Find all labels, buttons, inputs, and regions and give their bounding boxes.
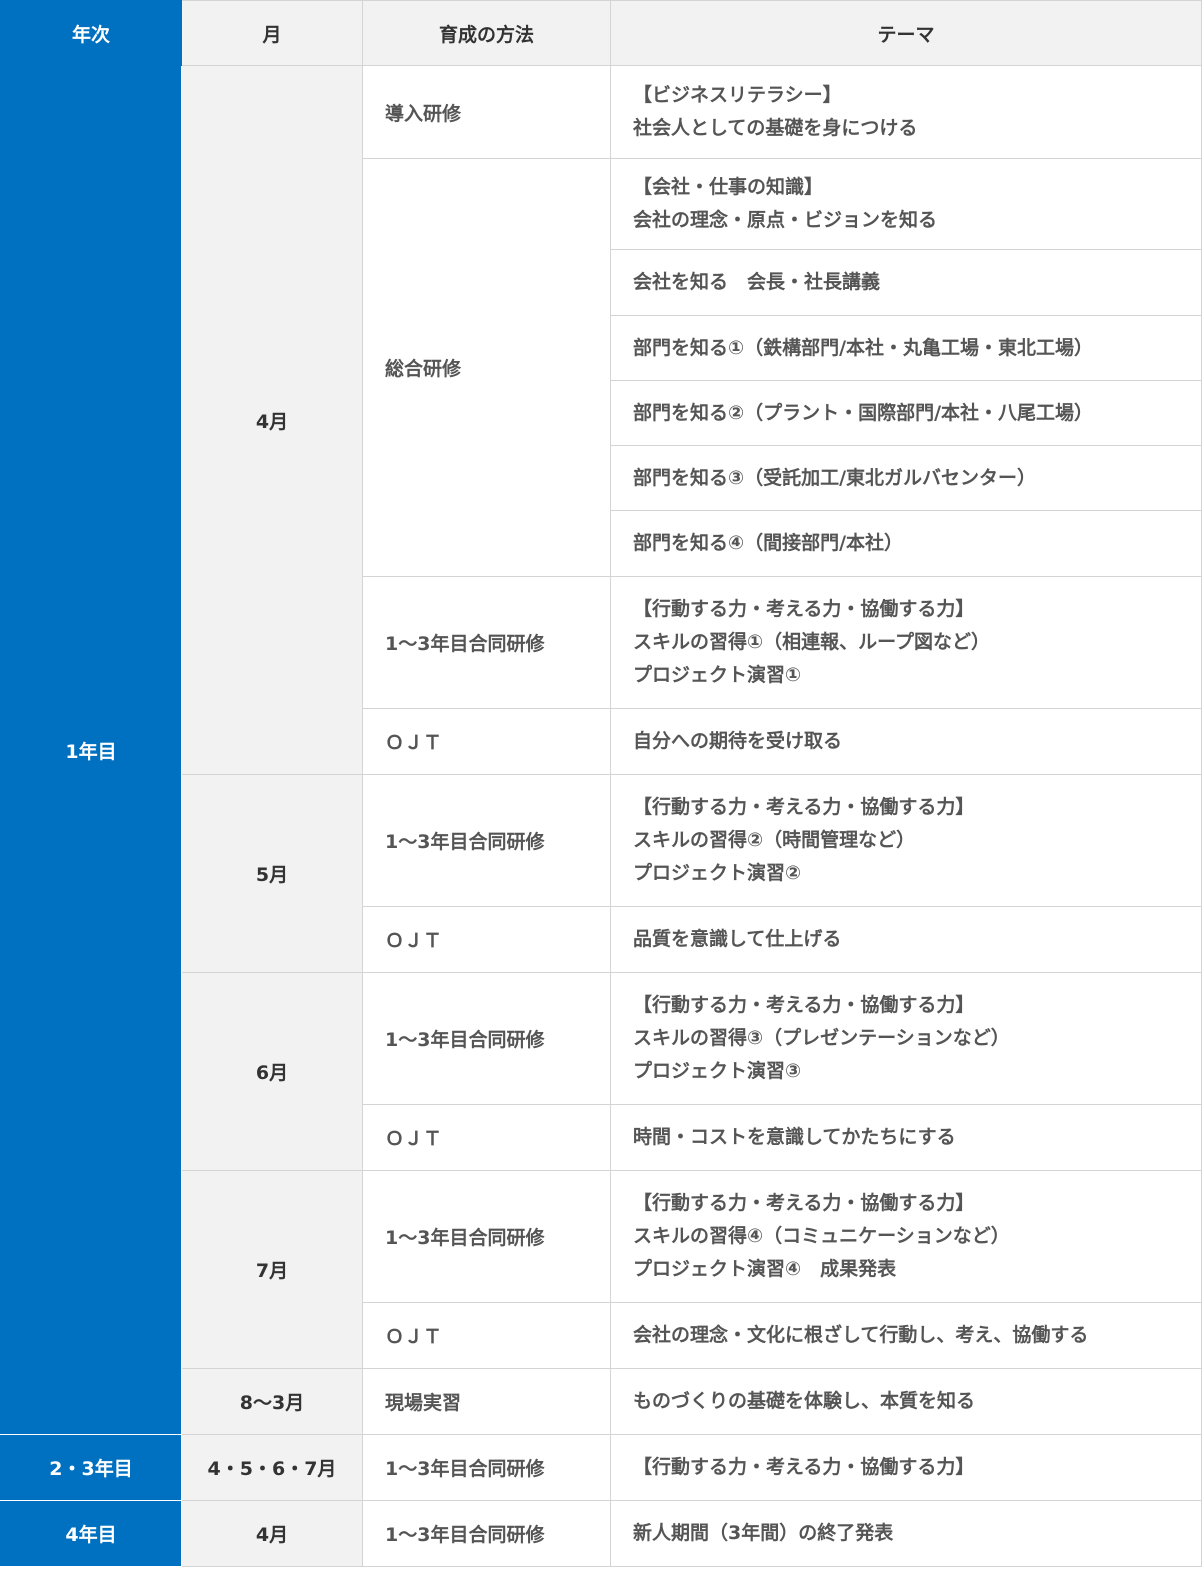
theme-line: プロジェクト演習④ 成果発表 bbox=[633, 1258, 897, 1280]
theme-cell: 【会社・仕事の知識】 会社の理念・原点・ビジョンを知る bbox=[610, 158, 1202, 250]
method-cell: ＯＪＴ bbox=[362, 1302, 611, 1369]
theme-line: プロジェクト演習① bbox=[633, 664, 802, 686]
method-cell: ＯＪＴ bbox=[362, 708, 611, 775]
theme-line: ものづくりの基礎を体験し、本質を知る bbox=[633, 1390, 976, 1412]
theme-cell: 【行動する力・考える力・協働する力】 スキルの習得②（時間管理など） プロジェク… bbox=[610, 774, 1202, 907]
year-cell: 4年目 bbox=[0, 1500, 182, 1567]
table-row: 8～3月 現場実習 ものづくりの基礎を体験し、本質を知る bbox=[1, 1368, 1202, 1435]
theme-line: スキルの習得①（相連報、ループ図など） bbox=[633, 631, 990, 653]
month-cell: 4月 bbox=[181, 1500, 363, 1567]
header-year: 年次 bbox=[0, 0, 182, 66]
table-row: 2・3年目 4・5・6・7月 1～3年目合同研修 【行動する力・考える力・協働す… bbox=[0, 1434, 1202, 1501]
theme-line: 自分への期待を受け取る bbox=[633, 730, 843, 752]
theme-cell: ものづくりの基礎を体験し、本質を知る bbox=[610, 1368, 1202, 1435]
theme-cell: 【行動する力・考える力・協働する力】 スキルの習得④（コミュニケーションなど） … bbox=[610, 1170, 1202, 1303]
theme-cell: 自分への期待を受け取る bbox=[610, 708, 1202, 775]
theme-line: 部門を知る②（プラント・国際部門/本社・八尾工場） bbox=[633, 401, 1094, 424]
theme-line: 【行動する力・考える力・協働する力】 bbox=[633, 994, 975, 1016]
method-cell: 現場実習 bbox=[362, 1368, 611, 1435]
theme-cell: 部門を知る①（鉄構部門/本社・丸亀工場・東北工場） bbox=[610, 315, 1202, 381]
method-cell: ＯＪＴ bbox=[362, 1104, 611, 1171]
month-cell: 5月 bbox=[181, 774, 363, 973]
method-cell: 1～3年目合同研修 bbox=[362, 1170, 611, 1303]
theme-cell: 【ビジネスリテラシー】 社会人としての基礎を身につける bbox=[610, 65, 1202, 159]
theme-line: 【行動する力・考える力・協働する力】 bbox=[633, 598, 975, 620]
theme-cell: 時間・コストを意識してかたちにする bbox=[610, 1104, 1202, 1171]
method-cell: ＯＪＴ bbox=[362, 906, 611, 973]
theme-line: 会社を知る 会長・社長講義 bbox=[633, 271, 881, 293]
theme-line: 【行動する力・考える力・協働する力】 bbox=[633, 1456, 975, 1478]
theme-line: 【会社・仕事の知識】 bbox=[633, 176, 824, 198]
year-cell: 1年目 bbox=[0, 65, 182, 1435]
theme-line: スキルの習得②（時間管理など） bbox=[633, 829, 916, 851]
year-cell: 2・3年目 bbox=[0, 1434, 182, 1501]
month-cell: 7月 bbox=[181, 1170, 363, 1369]
method-cell: 1～3年目合同研修 bbox=[362, 576, 611, 709]
method-cell: 1～3年目合同研修 bbox=[362, 1500, 611, 1567]
theme-cell: 部門を知る④（間接部門/本社） bbox=[610, 510, 1202, 577]
theme-cell: 【行動する力・考える力・協働する力】 スキルの習得①（相連報、ループ図など） プ… bbox=[610, 576, 1202, 709]
header-month: 月 bbox=[181, 0, 363, 66]
theme-line: 新人期間（3年間）の終了発表 bbox=[633, 1522, 894, 1544]
theme-line: 品質を意識して仕上げる bbox=[633, 928, 842, 950]
theme-cell: 部門を知る③（受託加工/東北ガルバセンター） bbox=[610, 445, 1202, 511]
month-cell: 8～3月 bbox=[181, 1368, 363, 1435]
theme-line: 【行動する力・考える力・協働する力】 bbox=[633, 1192, 975, 1214]
method-cell: 1～3年目合同研修 bbox=[362, 774, 611, 907]
theme-line: プロジェクト演習② bbox=[633, 862, 802, 884]
header-method: 育成の方法 bbox=[362, 0, 611, 66]
header-row: 年次 月 育成の方法 テーマ bbox=[0, 0, 1202, 66]
method-cell: 総合研修 bbox=[362, 158, 611, 577]
method-cell: 導入研修 bbox=[362, 65, 611, 159]
table-row: 7月 1～3年目合同研修 【行動する力・考える力・協働する力】 スキルの習得④（… bbox=[1, 1170, 1202, 1369]
training-schedule-table: 年次 月 育成の方法 テーマ 1年目 4月 導入研修 【ビジネスリテラシー】 社… bbox=[0, 0, 1202, 1567]
method-cell: 1～3年目合同研修 bbox=[362, 972, 611, 1105]
table-row: 4年目 4月 1～3年目合同研修 新人期間（3年間）の終了発表 bbox=[0, 1500, 1202, 1567]
theme-line: 会社の理念・原点・ビジョンを知る bbox=[633, 209, 938, 231]
header-theme: テーマ bbox=[610, 0, 1202, 66]
theme-line: 【ビジネスリテラシー】 bbox=[633, 84, 842, 106]
theme-cell: 新人期間（3年間）の終了発表 bbox=[610, 1500, 1202, 1567]
theme-cell: 会社を知る 会長・社長講義 bbox=[610, 249, 1202, 316]
theme-line: 時間・コストを意識してかたちにする bbox=[633, 1126, 956, 1148]
month-cell: 6月 bbox=[181, 972, 363, 1171]
theme-line: スキルの習得③（プレゼンテーションなど） bbox=[633, 1027, 1010, 1049]
theme-cell: 部門を知る②（プラント・国際部門/本社・八尾工場） bbox=[610, 380, 1202, 446]
month-cell: 4・5・6・7月 bbox=[181, 1434, 363, 1501]
theme-line: 会社の理念・文化に根ざして行動し、考え、協働する bbox=[633, 1324, 1089, 1346]
theme-line: 部門を知る①（鉄構部門/本社・丸亀工場・東北工場） bbox=[633, 336, 1094, 359]
theme-cell: 会社の理念・文化に根ざして行動し、考え、協働する bbox=[610, 1302, 1202, 1369]
theme-cell: 【行動する力・考える力・協働する力】 スキルの習得③（プレゼンテーションなど） … bbox=[610, 972, 1202, 1105]
theme-line: 社会人としての基礎を身につける bbox=[633, 117, 918, 139]
theme-line: プロジェクト演習③ bbox=[633, 1060, 802, 1082]
method-cell: 1～3年目合同研修 bbox=[362, 1434, 611, 1501]
theme-line: 部門を知る③（受託加工/東北ガルバセンター） bbox=[633, 466, 1037, 489]
theme-cell: 【行動する力・考える力・協働する力】 bbox=[610, 1434, 1202, 1501]
theme-cell: 品質を意識して仕上げる bbox=[610, 906, 1202, 973]
theme-line: スキルの習得④（コミュニケーションなど） bbox=[633, 1225, 1010, 1247]
table-row: 6月 1～3年目合同研修 【行動する力・考える力・協働する力】 スキルの習得③（… bbox=[1, 972, 1202, 1171]
month-cell: 4月 bbox=[181, 65, 363, 775]
table-row: 5月 1～3年目合同研修 【行動する力・考える力・協働する力】 スキルの習得②（… bbox=[1, 774, 1202, 973]
table-row: 1年目 4月 導入研修 【ビジネスリテラシー】 社会人としての基礎を身につける bbox=[0, 65, 1202, 1435]
theme-line: 【行動する力・考える力・協働する力】 bbox=[633, 796, 975, 818]
theme-line: 部門を知る④（間接部門/本社） bbox=[633, 532, 904, 554]
